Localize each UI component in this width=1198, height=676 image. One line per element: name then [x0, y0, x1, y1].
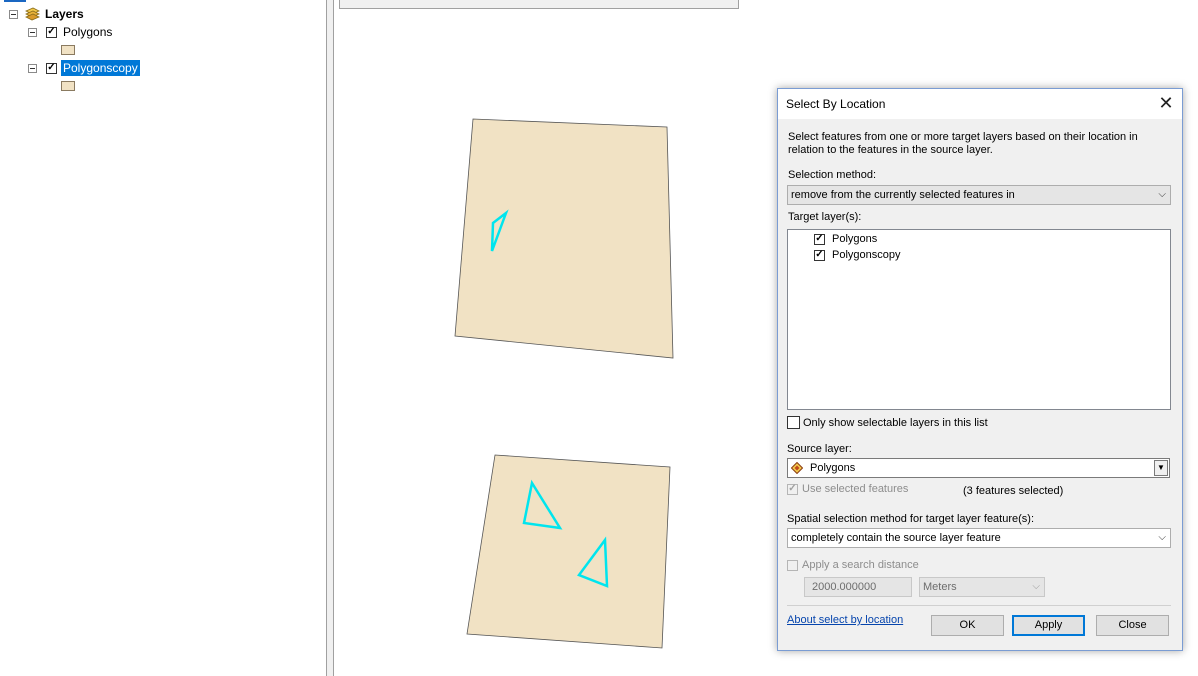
- collapse-toggle-icon[interactable]: [28, 63, 37, 73]
- distance-unit-value: Meters: [923, 581, 957, 593]
- polygon-layer-icon: [791, 462, 803, 474]
- layers-root-label: Layers: [45, 7, 84, 21]
- features-selected-count: (3 features selected): [963, 485, 1064, 497]
- apply-button[interactable]: Apply: [1012, 615, 1085, 636]
- layer-visibility-checkbox[interactable]: ✓: [46, 26, 57, 38]
- layer-symbol-swatch[interactable]: [61, 45, 75, 55]
- target-layers-label: Target layer(s):: [788, 211, 862, 223]
- dropdown-arrow-icon[interactable]: ▼: [1154, 460, 1168, 476]
- polygon-feature-lower[interactable]: [466, 454, 671, 649]
- toc-root-row[interactable]: Layers: [9, 6, 84, 22]
- chevron-down-icon[interactable]: ⌵: [1158, 529, 1166, 547]
- search-distance-input[interactable]: 2000.000000: [804, 577, 912, 597]
- selection-method-dropdown[interactable]: remove from the currently selected featu…: [787, 185, 1171, 205]
- target-layer-name: Polygons: [832, 233, 878, 245]
- only-selectable-checkbox[interactable]: [787, 416, 800, 429]
- dialog-separator: [787, 605, 1171, 606]
- search-distance-value: 2000.000000: [812, 581, 877, 593]
- search-distance-checkbox[interactable]: [787, 559, 798, 571]
- layers-icon: [25, 7, 40, 21]
- select-by-location-dialog: Select By Location ✕ Select features fro…: [777, 88, 1183, 651]
- close-icon[interactable]: ✕: [1156, 93, 1176, 113]
- layer-visibility-checkbox[interactable]: ✓: [46, 62, 57, 74]
- distance-unit-dropdown[interactable]: Meters ⌵: [919, 577, 1045, 597]
- layer-name-selected[interactable]: Polygonscopy: [61, 60, 140, 76]
- description-line-2: relation to the features in the source l…: [788, 144, 993, 156]
- spatial-method-label: Spatial selection method for target laye…: [787, 513, 1035, 525]
- only-selectable-option[interactable]: Only show selectable layers in this list: [787, 416, 988, 429]
- layer-symbol-swatch[interactable]: [61, 81, 75, 91]
- ok-button[interactable]: OK: [931, 615, 1004, 636]
- use-selected-checkbox[interactable]: ✓: [787, 483, 798, 495]
- selection-method-value: remove from the currently selected featu…: [791, 189, 1015, 201]
- target-layer-name: Polygonscopy: [832, 249, 901, 261]
- table-of-contents: Layers ✓ Polygons ✓ Polygonscopy: [0, 0, 327, 676]
- chevron-down-icon[interactable]: ⌵: [1158, 186, 1166, 204]
- collapse-toggle-icon[interactable]: [28, 27, 37, 37]
- search-distance-label: Apply a search distance: [802, 559, 919, 571]
- source-layer-dropdown[interactable]: Polygons ▼: [787, 458, 1170, 478]
- list-item[interactable]: ✓ Polygonscopy: [814, 249, 901, 261]
- toc-layer-polygonscopy[interactable]: ✓ Polygonscopy: [28, 60, 140, 76]
- toc-layer-polygons[interactable]: ✓ Polygons: [28, 24, 112, 40]
- use-selected-label: Use selected features: [802, 483, 909, 495]
- dialog-title: Select By Location: [786, 97, 886, 111]
- layer-name[interactable]: Polygons: [63, 25, 112, 39]
- panel-splitter[interactable]: [327, 0, 334, 676]
- target-layer-checkbox[interactable]: ✓: [814, 249, 825, 261]
- about-select-by-location-link[interactable]: About select by location: [787, 614, 903, 626]
- spatial-method-dropdown[interactable]: completely contain the source layer feat…: [787, 528, 1171, 548]
- close-button[interactable]: Close: [1096, 615, 1169, 636]
- target-layer-checkbox[interactable]: ✓: [814, 233, 825, 245]
- polygon-feature-upper[interactable]: [454, 118, 674, 359]
- search-distance-option[interactable]: Apply a search distance: [787, 559, 919, 571]
- source-layer-label: Source layer:: [787, 443, 852, 455]
- source-layer-value: Polygons: [810, 462, 856, 474]
- toc-tab-marker: [4, 0, 26, 2]
- description-line-1: Select features from one or more target …: [788, 131, 1138, 143]
- editor-toolbar[interactable]: [339, 0, 739, 9]
- use-selected-option[interactable]: ✓ Use selected features: [787, 483, 908, 495]
- dialog-titlebar[interactable]: Select By Location ✕: [778, 89, 1182, 119]
- chevron-down-icon[interactable]: ⌵: [1032, 578, 1040, 596]
- collapse-toggle-icon[interactable]: [9, 9, 18, 19]
- only-selectable-label: Only show selectable layers in this list: [803, 416, 988, 429]
- list-item[interactable]: ✓ Polygons: [814, 233, 877, 245]
- target-layers-list[interactable]: ✓ Polygons ✓ Polygonscopy: [787, 229, 1171, 410]
- spatial-method-value: completely contain the source layer feat…: [791, 532, 1001, 544]
- selection-method-label: Selection method:: [788, 169, 877, 181]
